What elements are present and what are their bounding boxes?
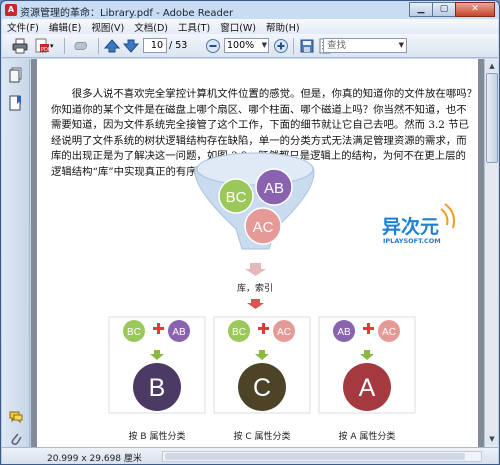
attachments-icon[interactable] — [9, 431, 23, 447]
funnel-label-bc: BC — [226, 189, 247, 206]
maximize-button[interactable]: ▢ — [432, 2, 456, 17]
title-bar: A 资源管理的革命：Library.pdf - Adobe Reader ▁ ▢… — [1, 1, 499, 19]
print-icon[interactable] — [12, 38, 28, 54]
menu-file[interactable]: 文件(F) — [2, 20, 44, 34]
export-dropdown-icon[interactable]: ▾ — [50, 38, 58, 54]
iplaysoft-watermark: 异次元 IPLAYSOFT.COM — [382, 203, 455, 245]
zoom-out-icon[interactable] — [205, 38, 221, 54]
toolbar: PDF ▾ 10 / 53 100% ▼ 查找 ▼ — [2, 34, 498, 58]
zoom-value: 100% — [227, 40, 255, 51]
menu-document[interactable]: 文档(D) — [129, 20, 173, 34]
page-up-icon[interactable] — [104, 38, 120, 54]
comments-icon[interactable] — [9, 409, 23, 425]
funnel-rim — [196, 152, 314, 186]
document-area: 很多人说不喜欢完全掌控计算机文件位置的感觉。但是，你真的知道你的文件放在哪吗？ … — [31, 59, 484, 447]
minimize-button[interactable]: ▁ — [409, 2, 433, 17]
scrollbar-thumb[interactable] — [486, 73, 498, 163]
zoom-in-icon[interactable] — [273, 38, 289, 54]
group-c-input-label: BC — [232, 327, 246, 338]
horizontal-scrollbar[interactable] — [162, 451, 482, 462]
scroll-up-icon[interactable]: ▲ — [486, 60, 498, 72]
group-b-result-label: B — [149, 374, 166, 402]
group-a-caption: 按 A 属性分类 — [339, 430, 396, 442]
scroll-down-icon[interactable]: ▼ — [486, 433, 498, 445]
group-a-result-label: A — [359, 374, 376, 402]
pdf-page: 很多人说不喜欢完全掌控计算机文件位置的感觉。但是，你真的知道你的文件放在哪吗？ … — [37, 59, 478, 447]
wifi-icon — [440, 208, 449, 226]
zoom-level-select[interactable]: 100% ▼ — [224, 38, 269, 53]
menu-help[interactable]: 帮助(H) — [261, 20, 305, 34]
page-total: / 53 — [169, 40, 188, 51]
pages-icon[interactable] — [9, 67, 23, 83]
search-input[interactable]: 查找 ▼ — [323, 38, 407, 53]
funnel-caption: 库，索引 — [237, 282, 273, 294]
chevron-down-icon: ▼ — [398, 41, 404, 49]
page-size-label: 20.999 x 29.698 厘米 — [47, 454, 142, 464]
menu-edit[interactable]: 编辑(E) — [44, 20, 86, 34]
adobe-reader-icon: A — [5, 4, 17, 16]
group-a-input-label: AB — [337, 327, 351, 338]
chevron-down-icon: ▼ — [261, 41, 267, 49]
hand-tool-icon[interactable] — [72, 38, 94, 54]
menu-view[interactable]: 视图(V) — [86, 20, 129, 34]
vertical-scrollbar[interactable]: ▲ ▼ — [484, 59, 498, 447]
bookmarks-icon[interactable] — [9, 95, 23, 111]
group-b-input-label: BC — [127, 327, 141, 338]
page-number-input[interactable]: 10 — [143, 38, 167, 53]
separator — [98, 38, 99, 54]
group-c-result-label: C — [253, 374, 271, 402]
navigation-pane — [2, 59, 30, 447]
separator — [293, 38, 294, 54]
menu-tools[interactable]: 工具(T) — [173, 20, 215, 34]
group-b-caption: 按 B 属性分类 — [129, 430, 186, 442]
group-b-input-label: AB — [172, 327, 186, 338]
watermark-subtext: IPLAYSOFT.COM — [383, 237, 441, 245]
save-icon[interactable] — [299, 38, 315, 54]
group-c-caption: 按 C 属性分类 — [233, 430, 290, 442]
group-a-input-label: AC — [382, 327, 396, 338]
page-down-icon[interactable] — [123, 38, 139, 54]
funnel-label-ab: AB — [264, 180, 284, 197]
funnel-label-ac: AC — [253, 219, 274, 236]
reader-window: A 资源管理的革命：Library.pdf - Adobe Reader ▁ ▢… — [0, 0, 500, 465]
menu-bar: 文件(F) 编辑(E) 视图(V) 文档(D) 工具(T) 窗口(W) 帮助(H… — [2, 19, 498, 34]
pdf-export-icon[interactable]: PDF — [34, 38, 50, 54]
arrow-down-icon — [247, 299, 264, 309]
menu-window[interactable]: 窗口(W) — [215, 20, 261, 34]
window-controls: ▁ ▢ ✕ — [409, 2, 495, 18]
arrow-down-icon — [245, 263, 266, 276]
group-c-input-label: AC — [277, 327, 291, 338]
search-placeholder: 查找 — [327, 40, 347, 51]
svg-text:PDF: PDF — [41, 47, 50, 53]
close-button[interactable]: ✕ — [455, 2, 495, 17]
horizontal-scrollbar-thumb[interactable] — [165, 453, 465, 460]
window-title: 资源管理的革命：Library.pdf - Adobe Reader — [20, 8, 234, 19]
library-diagram: BC AB AC 库，索引 BC AB B 按 B 属性分类 BC AC C 按… — [108, 152, 455, 442]
separator — [64, 38, 65, 54]
status-bar: 20.999 x 29.698 厘米 — [2, 447, 498, 464]
watermark-text: 异次元 — [382, 215, 439, 238]
